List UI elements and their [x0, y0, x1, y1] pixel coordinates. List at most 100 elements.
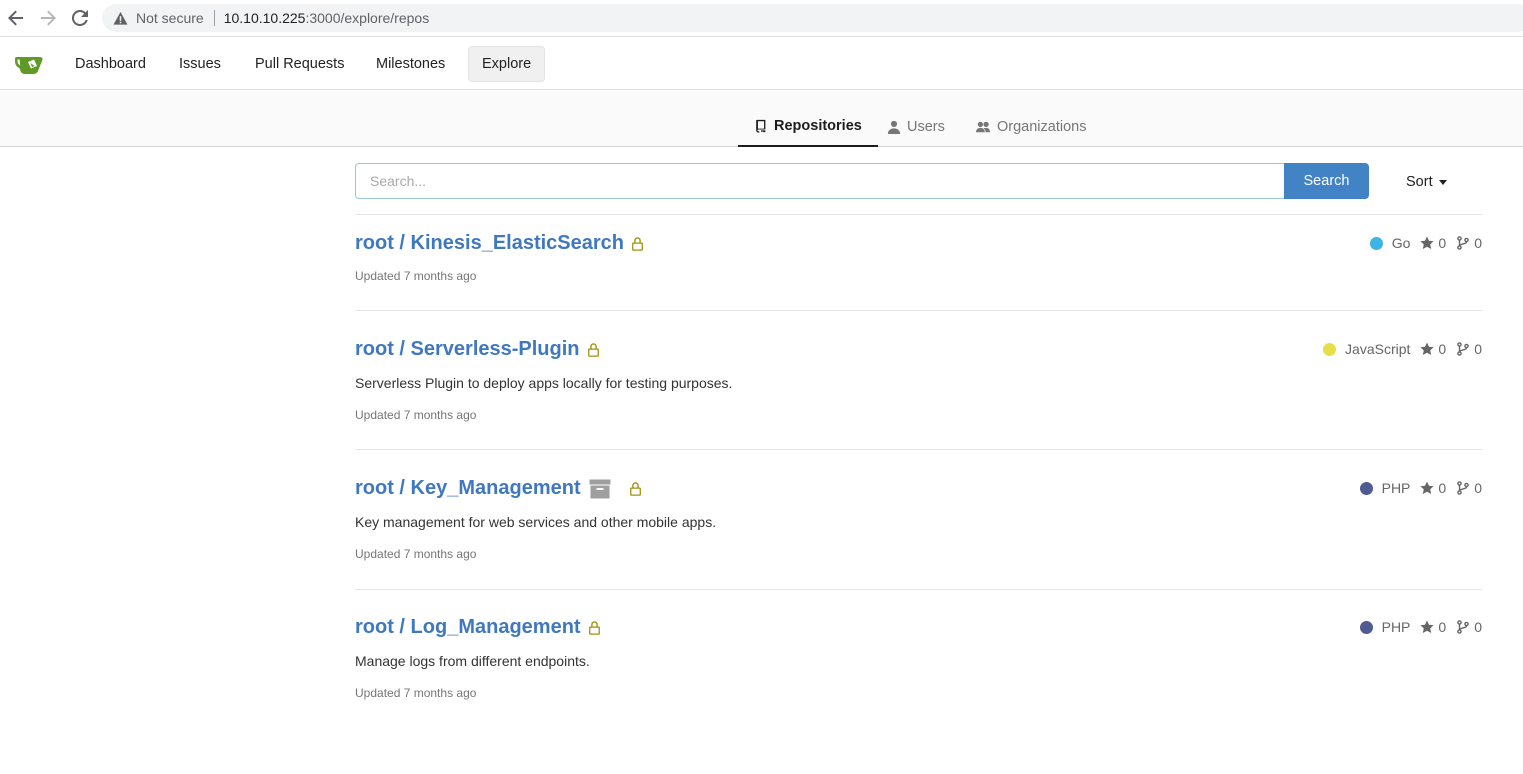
- git-branch-icon: [1457, 620, 1470, 634]
- not-secure-label: Not secure: [136, 10, 204, 26]
- gitea-logo-icon[interactable]: [14, 52, 44, 76]
- lock-icon: [629, 481, 642, 496]
- tab-repositories[interactable]: Repositories: [738, 107, 878, 147]
- url-path: :3000/explore/repos: [305, 10, 430, 26]
- lock-icon: [631, 236, 644, 251]
- url-host: 10.10.10.225: [223, 10, 306, 26]
- nav-dashboard[interactable]: Dashboard: [62, 46, 159, 82]
- list-item: root / Log_Management Manage logs from d…: [355, 589, 1482, 719]
- language-color-dot: [1369, 236, 1383, 250]
- tab-users-label: Users: [907, 119, 945, 135]
- repo-title: root / Serverless-Plugin: [355, 338, 600, 361]
- repo-link[interactable]: root / Key_Management: [355, 477, 581, 500]
- explore-tabs: Repositories Users Organizations: [0, 91, 1523, 147]
- list-item: root / Serverless-Plugin Serverless Plug…: [355, 310, 1482, 449]
- lock-icon: [588, 620, 601, 635]
- git-branch-icon: [1457, 342, 1470, 356]
- repo-description: Serverless Plugin to deploy apps locally…: [355, 375, 733, 391]
- search-input[interactable]: [355, 163, 1284, 199]
- repo-language: JavaScript: [1345, 341, 1411, 357]
- repo-stars: 0: [1420, 619, 1446, 635]
- nav-issues[interactable]: Issues: [166, 46, 234, 82]
- repo-stars: 0: [1420, 235, 1446, 251]
- reload-button[interactable]: [70, 8, 90, 28]
- nav-pull-requests-label: Pull Requests: [255, 56, 345, 72]
- repo-stars-count: 0: [1438, 341, 1447, 357]
- repo-updated: Updated 7 months ago: [355, 686, 477, 700]
- sort-label: Sort: [1406, 174, 1433, 190]
- warning-icon: [112, 10, 128, 26]
- repo-link[interactable]: root / Kinesis_ElasticSearch: [355, 232, 624, 255]
- repo-language: PHP: [1381, 619, 1411, 635]
- repo-meta: Go 0 0: [1369, 235, 1482, 251]
- list-item: root / Kinesis_ElasticSearch Updated 7 m…: [355, 214, 1482, 310]
- repo-forks-count: 0: [1474, 619, 1482, 635]
- repo-updated: Updated 7 months ago: [355, 408, 477, 422]
- tab-organizations[interactable]: Organizations: [975, 107, 1086, 147]
- arrow-right-icon: [41, 10, 56, 26]
- browser-toolbar: Not secure 10.10.10.225 :3000/explore/re…: [0, 0, 1523, 37]
- repo-stars-count: 0: [1438, 480, 1447, 496]
- git-branch-icon: [1457, 481, 1470, 495]
- tab-organizations-label: Organizations: [997, 119, 1087, 135]
- list-item: root / Key_Management Key management for…: [355, 449, 1482, 589]
- repo-description: Key management for web services and othe…: [355, 514, 717, 530]
- repo-icon: [756, 119, 766, 133]
- repo-stars: 0: [1420, 341, 1446, 357]
- repo-forks: 0: [1456, 480, 1482, 496]
- repo-forks: 0: [1456, 619, 1482, 635]
- nav-issues-label: Issues: [179, 56, 221, 72]
- repo-title: root / Key_Management: [355, 477, 642, 500]
- top-navbar: Dashboard Issues Pull Requests Milestone…: [0, 38, 1523, 90]
- language-color-dot: [1359, 620, 1373, 634]
- repo-meta: JavaScript 0 0: [1323, 341, 1482, 357]
- repo-title: root / Kinesis_ElasticSearch: [355, 232, 644, 255]
- language-color-dot: [1323, 342, 1337, 356]
- repo-updated: Updated 7 months ago: [355, 269, 477, 283]
- repo-title: root / Log_Management: [355, 616, 601, 639]
- git-branch-icon: [1457, 236, 1470, 250]
- tab-repositories-label: Repositories: [774, 118, 862, 134]
- reload-icon: [72, 10, 88, 26]
- back-button[interactable]: [6, 8, 26, 28]
- nav-milestones-label: Milestones: [376, 56, 446, 72]
- arrow-left-icon: [8, 10, 23, 26]
- lock-icon: [587, 342, 600, 357]
- star-icon: [1420, 236, 1435, 249]
- star-icon: [1420, 481, 1435, 494]
- user-icon: [887, 120, 901, 134]
- organization-icon: [976, 121, 990, 133]
- repo-stars-count: 0: [1438, 235, 1447, 251]
- nav-pull-requests[interactable]: Pull Requests: [242, 46, 357, 82]
- star-icon: [1420, 620, 1435, 633]
- repo-language: Go: [1391, 235, 1411, 251]
- star-icon: [1420, 342, 1435, 355]
- address-bar[interactable]: Not secure 10.10.10.225 :3000/explore/re…: [102, 4, 1523, 32]
- repo-search-form: Search: [355, 163, 1369, 199]
- nav-explore[interactable]: Explore: [468, 46, 546, 82]
- nav-milestones[interactable]: Milestones: [363, 46, 458, 82]
- nav-dashboard-label: Dashboard: [75, 56, 146, 72]
- caret-down-icon: [1438, 179, 1447, 185]
- repo-forks: 0: [1456, 341, 1482, 357]
- repo-forks-count: 0: [1474, 341, 1482, 357]
- language-color-dot: [1359, 481, 1373, 495]
- tab-users[interactable]: Users: [887, 107, 945, 147]
- nav-explore-label: Explore: [482, 56, 532, 72]
- repo-forks-count: 0: [1474, 235, 1482, 251]
- repo-language: PHP: [1381, 480, 1411, 496]
- repo-link[interactable]: root / Serverless-Plugin: [355, 338, 580, 361]
- forward-button[interactable]: [38, 8, 58, 28]
- repo-forks: 0: [1456, 235, 1482, 251]
- address-divider: [213, 10, 215, 26]
- repo-stars-count: 0: [1438, 619, 1447, 635]
- sort-dropdown[interactable]: Sort: [1406, 172, 1447, 192]
- repo-list: root / Kinesis_ElasticSearch Updated 7 m…: [355, 214, 1482, 719]
- repo-stars: 0: [1420, 480, 1446, 496]
- archive-icon: [589, 479, 611, 499]
- repo-forks-count: 0: [1474, 480, 1482, 496]
- repo-description: Manage logs from different endpoints.: [355, 653, 590, 669]
- repo-link[interactable]: root / Log_Management: [355, 616, 581, 639]
- repo-meta: PHP 0 0: [1359, 480, 1482, 496]
- search-button[interactable]: Search: [1284, 163, 1369, 199]
